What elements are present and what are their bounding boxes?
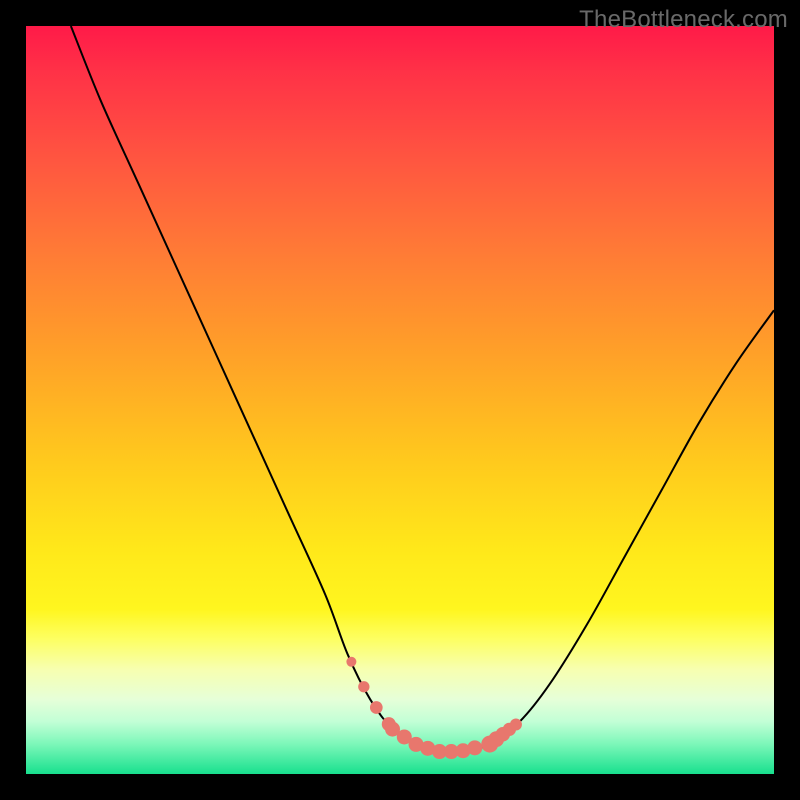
bead — [467, 740, 482, 755]
bead — [370, 701, 383, 714]
watermark-text: TheBottleneck.com — [579, 6, 788, 34]
bead — [358, 681, 369, 692]
beads-layer — [26, 26, 774, 774]
chart-frame: TheBottleneck.com — [0, 0, 800, 800]
plot-area — [26, 26, 774, 774]
bead — [510, 718, 522, 730]
bead — [346, 657, 356, 667]
